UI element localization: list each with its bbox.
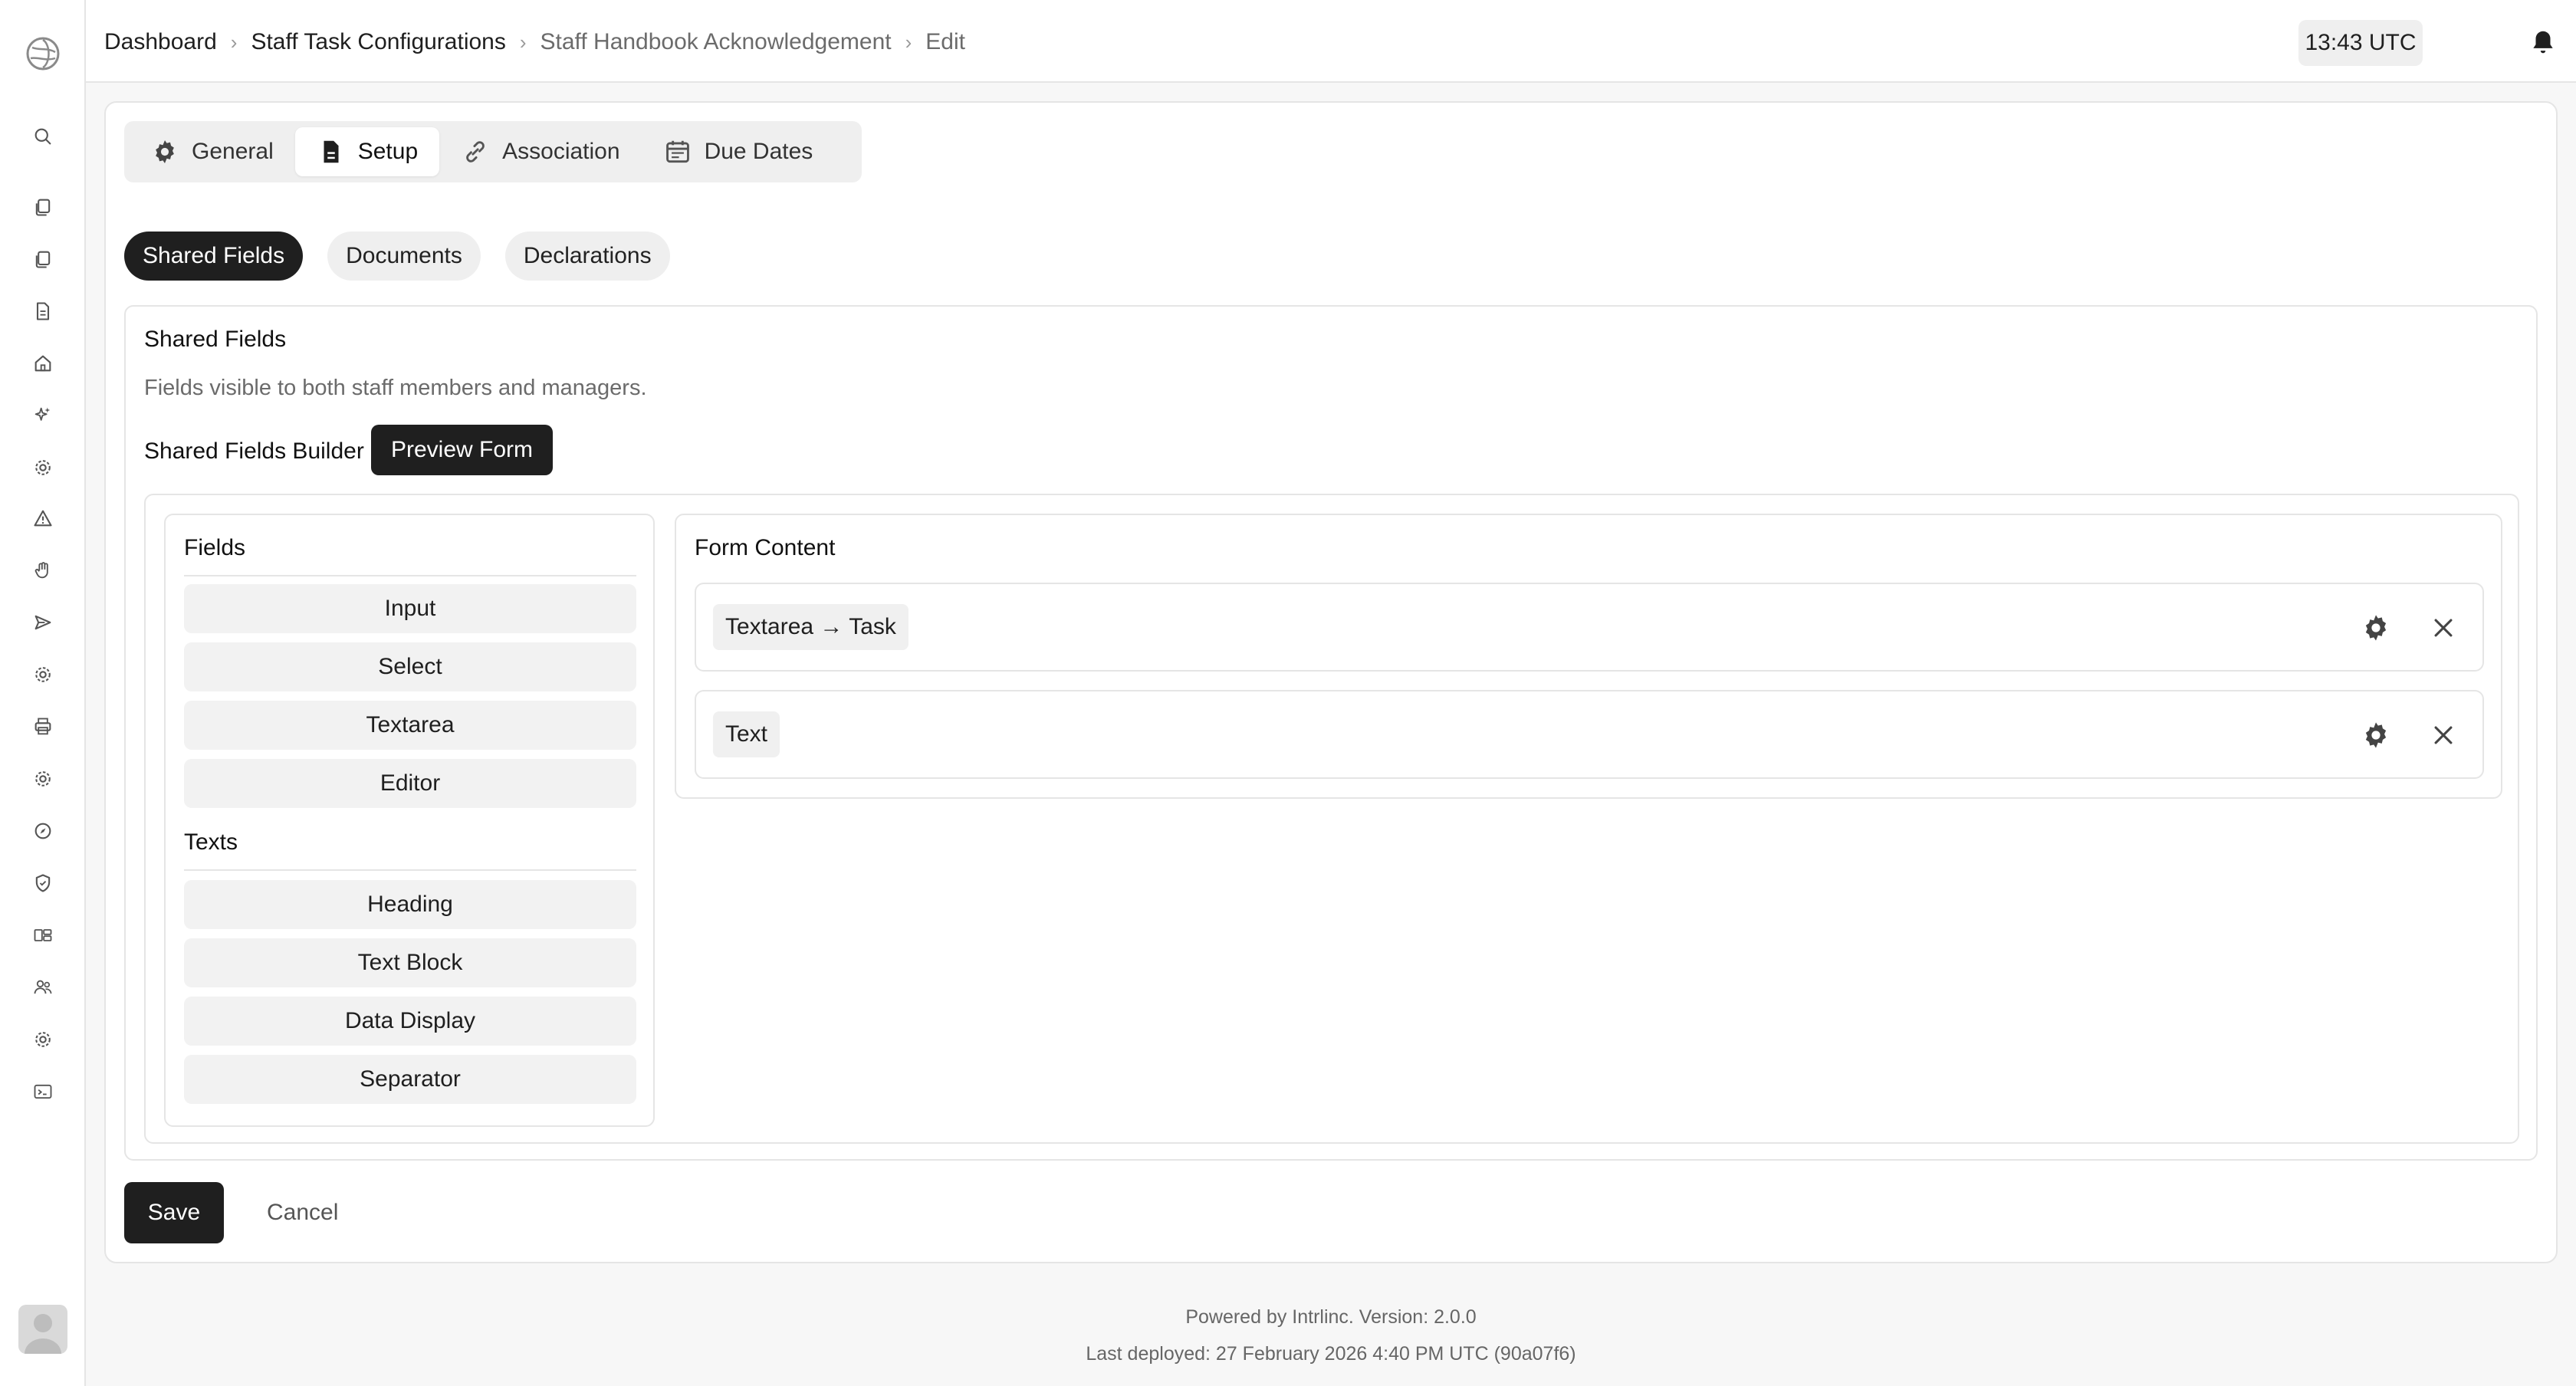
tab-due-dates-label: Due Dates <box>704 139 813 164</box>
warning-icon[interactable] <box>31 506 55 530</box>
clock-badge: 13:43 UTC <box>2298 20 2423 66</box>
tab-general-label: General <box>192 139 274 164</box>
tab-association-label: Association <box>502 139 620 164</box>
palette-item-input[interactable]: Input <box>184 584 636 633</box>
close-icon[interactable] <box>2430 615 2456 641</box>
palette-item-separator[interactable]: Separator <box>184 1055 636 1104</box>
subtab-shared-fields[interactable]: Shared Fields <box>124 232 304 281</box>
section-description: Fields visible to both staff members and… <box>144 376 647 400</box>
avatar[interactable] <box>18 1305 67 1354</box>
field-chip: Textarea → Task <box>713 604 909 650</box>
field-chip: Text <box>713 711 780 757</box>
subtab-declarations[interactable]: Declarations <box>504 232 670 281</box>
tab-association[interactable]: Association <box>439 127 641 176</box>
shield-icon[interactable] <box>31 871 55 895</box>
form-field-row[interactable]: Textarea → Task <box>695 583 2484 672</box>
palette-item-textarea[interactable]: Textarea <box>184 701 636 750</box>
chevron-right-icon: › <box>905 30 912 54</box>
tab-bar: General Setup Association Due Dates <box>124 121 862 182</box>
gear-icon[interactable] <box>2360 612 2392 644</box>
gear-icon[interactable] <box>31 455 55 480</box>
breadcrumb-edit: Edit <box>925 29 965 54</box>
save-button[interactable]: Save <box>124 1182 224 1243</box>
gear-icon[interactable] <box>31 767 55 791</box>
tab-general[interactable]: General <box>129 127 295 176</box>
chevron-right-icon: › <box>230 30 238 54</box>
breadcrumb-staff-handbook-acknowledgement[interactable]: Staff Handbook Acknowledgement <box>540 29 892 55</box>
sub-tab-bar: Shared Fields Documents Declarations <box>124 232 670 281</box>
compass-icon[interactable] <box>31 819 55 843</box>
texts-heading: Texts <box>184 829 238 855</box>
gear-icon <box>156 140 174 164</box>
hand-icon[interactable] <box>31 558 55 583</box>
copy-icon[interactable] <box>31 195 55 219</box>
bell-icon[interactable] <box>2528 28 2558 57</box>
palette-item-heading[interactable]: Heading <box>184 880 636 929</box>
printer-icon[interactable] <box>31 714 55 739</box>
document-icon <box>324 140 339 163</box>
preview-form-button[interactable]: Preview Form <box>371 425 554 475</box>
link-icon <box>466 141 485 163</box>
palette-item-editor[interactable]: Editor <box>184 759 636 808</box>
gear-icon[interactable] <box>31 1027 55 1052</box>
breadcrumb-dashboard[interactable]: Dashboard <box>104 29 217 55</box>
close-icon[interactable] <box>2430 722 2456 748</box>
breadcrumb: Dashboard › Staff Task Configurations › … <box>104 29 965 55</box>
calendar-icon <box>665 140 689 163</box>
form-field-row[interactable]: Text <box>695 690 2484 779</box>
footer-last-deployed: Last deployed: 27 February 2026 4:40 PM … <box>1086 1343 1576 1365</box>
shared-fields-section: Shared Fields Fields visible to both sta… <box>124 305 2538 1161</box>
form-content-title: Form Content <box>695 535 836 560</box>
fields-heading: Fields <box>184 535 246 560</box>
home-icon[interactable] <box>31 351 55 376</box>
layout-icon[interactable] <box>31 923 55 948</box>
form-builder: Fields Input Select Textarea Editor Text… <box>144 494 2519 1144</box>
divider <box>184 575 636 576</box>
field-palette: Fields Input Select Textarea Editor Text… <box>164 514 655 1127</box>
send-icon[interactable] <box>31 610 55 635</box>
form-content: Form Content Textarea → Task Text <box>675 514 2502 799</box>
tab-setup-label: Setup <box>357 139 419 164</box>
terminal-icon[interactable] <box>31 1079 55 1104</box>
palette-item-data-display[interactable]: Data Display <box>184 997 636 1046</box>
gear-icon[interactable] <box>2360 719 2392 751</box>
section-title: Shared Fields <box>144 327 287 352</box>
main-card: General Setup Association Due Dates Shar… <box>104 101 2558 1263</box>
builder-label: Shared Fields Builder <box>144 438 364 464</box>
palette-item-text-block[interactable]: Text Block <box>184 938 636 987</box>
footer-powered-by: Powered by Intrlinc. Version: 2.0.0 <box>1185 1306 1477 1328</box>
tab-setup[interactable]: Setup <box>294 127 440 176</box>
subtab-documents[interactable]: Documents <box>327 232 481 281</box>
top-bar: Dashboard › Staff Task Configurations › … <box>86 0 2576 83</box>
document-icon[interactable] <box>31 299 55 324</box>
sidebar <box>0 0 86 1386</box>
chevron-right-icon: › <box>519 30 527 54</box>
copy-icon[interactable] <box>31 247 55 271</box>
users-icon[interactable] <box>31 975 55 1000</box>
palette-item-select[interactable]: Select <box>184 642 636 691</box>
gear-icon[interactable] <box>31 662 55 687</box>
cancel-button[interactable]: Cancel <box>267 1182 338 1243</box>
app-logo-icon[interactable] <box>25 35 61 72</box>
search-icon[interactable] <box>31 124 55 149</box>
tab-due-dates[interactable]: Due Dates <box>642 127 835 176</box>
breadcrumb-staff-task-configurations[interactable]: Staff Task Configurations <box>251 29 505 55</box>
divider <box>184 869 636 871</box>
sparkle-icon[interactable] <box>31 403 55 428</box>
